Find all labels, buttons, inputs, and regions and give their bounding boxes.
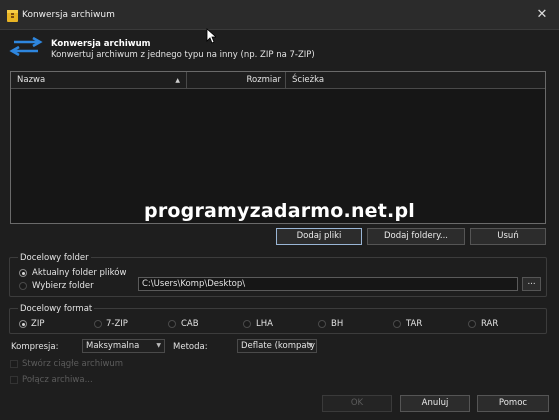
format-radio-tar[interactable]: [393, 320, 401, 328]
format-radio-rar[interactable]: [468, 320, 476, 328]
format-radio-zip[interactable]: [19, 320, 27, 328]
column-header-path[interactable]: Ścieżka: [286, 72, 545, 89]
format-radio-bh[interactable]: [318, 320, 326, 328]
archive-app-icon: [7, 10, 18, 22]
current-folder-radio[interactable]: [19, 269, 27, 277]
chevron-down-icon: ▼: [308, 342, 313, 349]
method-label: Metoda:: [173, 342, 208, 352]
format-label-rar: RAR: [481, 319, 499, 329]
solid-archive-checkbox[interactable]: [10, 360, 18, 368]
ok-button[interactable]: OK: [322, 395, 392, 412]
column-header-name[interactable]: Nazwa ▲: [11, 72, 187, 89]
list-header: Nazwa ▲ Rozmiar Ścieżka: [11, 72, 545, 89]
format-radio-7zip[interactable]: [94, 320, 102, 328]
browse-folder-button[interactable]: ...: [522, 277, 541, 291]
chevron-down-icon: ▼: [156, 342, 161, 349]
format-label-bh: BH: [331, 319, 344, 329]
column-header-size[interactable]: Rozmiar: [187, 72, 286, 89]
format-label-7zip: 7-ZIP: [106, 319, 128, 329]
solid-archive-label: Stwórz ciągłe archiwum: [22, 359, 124, 369]
format-label-zip: ZIP: [31, 319, 45, 329]
choose-folder-label: Wybierz folder: [32, 281, 94, 291]
merge-archives-checkbox[interactable]: [10, 376, 18, 384]
format-label-tar: TAR: [406, 319, 423, 329]
window-title: Konwersja archiwum: [22, 10, 115, 20]
remove-button[interactable]: Usuń: [470, 228, 546, 245]
dest-folder-legend: Docelowy folder: [18, 253, 91, 263]
add-folders-button[interactable]: Dodaj foldery...: [367, 228, 465, 245]
format-label-cab: CAB: [181, 319, 199, 329]
format-radio-lha[interactable]: [243, 320, 251, 328]
folder-path-input[interactable]: C:\Users\Komp\Desktop\: [138, 277, 518, 291]
merge-archives-label: Połącz archiwa...: [22, 375, 93, 385]
convert-arrows-icon: [9, 37, 43, 57]
mouse-cursor-icon: [206, 28, 216, 44]
format-label-lha: LHA: [256, 319, 273, 329]
close-icon: ✕: [536, 7, 548, 22]
compression-label: Kompresja:: [11, 342, 59, 352]
sort-ascending-icon: ▲: [175, 77, 180, 84]
compression-select[interactable]: Maksymalna ▼: [82, 339, 165, 353]
header-title: Konwersja archiwum: [51, 39, 151, 49]
watermark: programyzadarmo.net.pl: [144, 200, 415, 222]
method-select[interactable]: Deflate (kompaty ▼: [237, 339, 317, 353]
add-files-button[interactable]: Dodaj pliki: [276, 228, 362, 245]
cancel-button[interactable]: Anuluj: [400, 395, 470, 412]
choose-folder-radio[interactable]: [19, 282, 27, 290]
dest-format-legend: Docelowy format: [18, 304, 95, 314]
close-button[interactable]: ✕: [533, 6, 551, 24]
header-subtitle: Konwertuj archiwum z jednego typu na inn…: [51, 50, 315, 60]
current-folder-label: Aktualny folder plików: [32, 268, 127, 278]
format-radio-cab[interactable]: [168, 320, 176, 328]
title-bar: Konwersja archiwum ✕: [0, 0, 559, 30]
help-button[interactable]: Pomoc: [477, 395, 549, 412]
